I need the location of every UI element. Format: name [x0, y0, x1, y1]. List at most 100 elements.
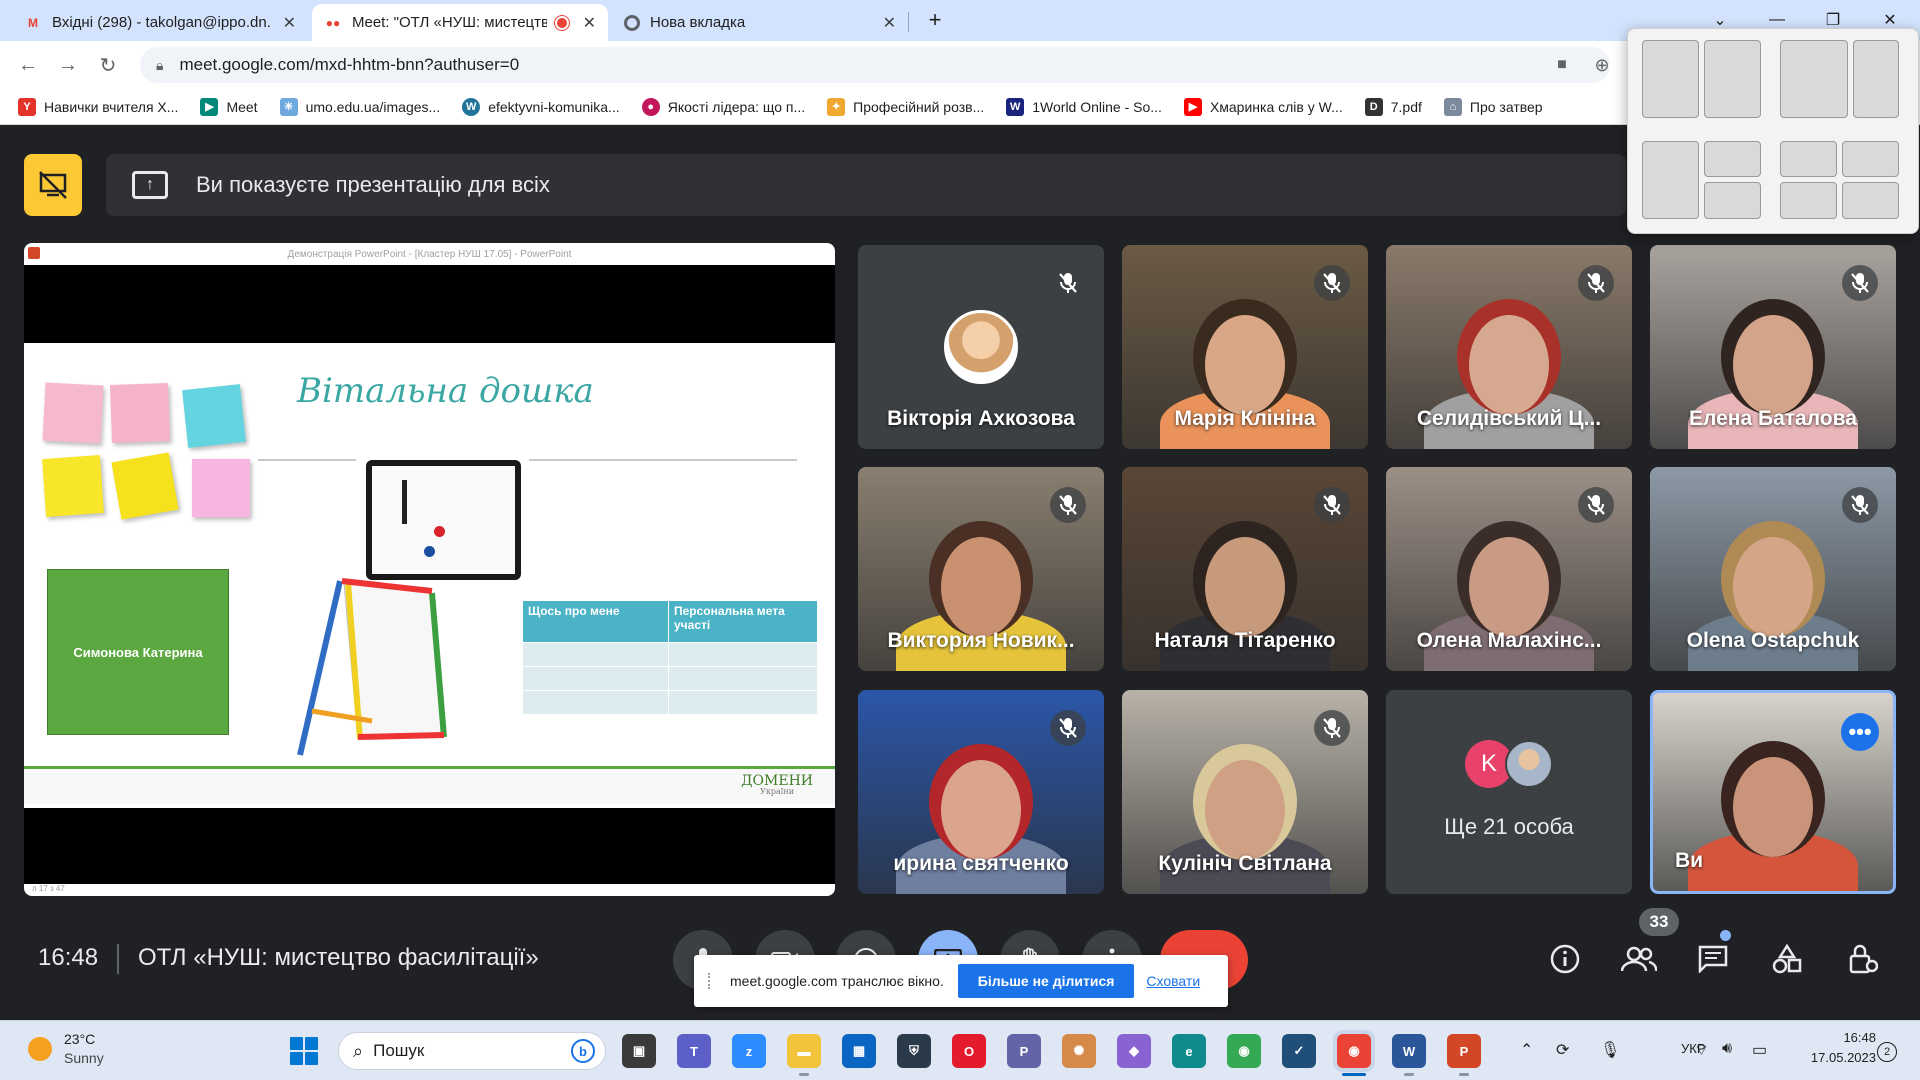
bookmark[interactable]: ✦ Професійний розв...	[827, 97, 984, 116]
back-icon[interactable]: ←	[14, 51, 42, 79]
teams-icon[interactable]: T	[677, 1034, 711, 1068]
stop-presenting-icon[interactable]	[24, 154, 82, 216]
opera-icon[interactable]: O	[952, 1034, 986, 1068]
participant-tile[interactable]: Елена Баталова	[1650, 245, 1896, 449]
participant-tile[interactable]: Olena Ostapchuk	[1650, 467, 1896, 671]
host-controls-icon[interactable]	[1840, 936, 1886, 982]
drag-handle-icon[interactable]	[708, 973, 716, 989]
taskbar-date[interactable]: 17.05.2023	[1794, 1050, 1876, 1065]
security-icon[interactable]: ✓	[1282, 1034, 1316, 1068]
participant-tile[interactable]: Марія Клініна	[1122, 245, 1368, 449]
sun-icon[interactable]	[28, 1037, 52, 1061]
table-row	[522, 642, 818, 667]
new-tab-button[interactable]: +	[915, 6, 955, 34]
sync-icon[interactable]: ⟳	[1556, 1040, 1569, 1060]
participant-name: Olena Ostapchuk	[1686, 629, 1860, 652]
snap-zone[interactable]	[1780, 141, 1837, 177]
people-icon[interactable]	[1616, 936, 1662, 982]
snap-zone[interactable]	[1642, 40, 1699, 118]
bookmark-label: 7.pdf	[1390, 98, 1422, 115]
bookmark[interactable]: W 1World Online - So...	[1006, 97, 1162, 116]
mic-off-icon	[1050, 487, 1086, 523]
snap-zone[interactable]	[1853, 40, 1899, 118]
snap-zone[interactable]	[1704, 40, 1761, 118]
snap-zone[interactable]	[1780, 182, 1837, 219]
presentation-tile[interactable]: Демонстрація PowerPoint - [Кластер НУШ 1…	[24, 243, 835, 896]
participant-tile[interactable]: ирина святченко	[858, 690, 1104, 894]
participant-name: Виктория Новик...	[887, 629, 1075, 652]
snap-zone[interactable]	[1780, 40, 1848, 118]
bookmark[interactable]: ▶ Meet	[200, 97, 258, 116]
bookmark[interactable]: ● Якості лідера: що п...	[641, 97, 805, 116]
tab-new[interactable]: Нова вкладка ✕	[612, 4, 908, 41]
bookmark[interactable]: Y Навички вчителя Х...	[18, 97, 178, 116]
camera-icon[interactable]: ■	[1548, 51, 1576, 79]
weather-desc[interactable]: Sunny	[64, 1050, 104, 1066]
participant-tile[interactable]: Кулініч Світлана	[1122, 690, 1368, 894]
y-icon: Y	[18, 97, 36, 116]
tab-meet[interactable]: ●● Meet: "ОТЛ «НУШ: мистецтв ✕	[312, 4, 608, 41]
volume-icon[interactable]: 🔊︎	[1722, 1040, 1732, 1058]
store-icon[interactable]: ▦	[842, 1034, 876, 1068]
weather-temp[interactable]: 23°C	[64, 1031, 95, 1047]
bing-icon: b	[571, 1039, 595, 1063]
chrome-icon[interactable]: ◉	[1227, 1034, 1261, 1068]
snap-zone[interactable]	[1842, 182, 1899, 219]
close-icon[interactable]: ✕	[583, 13, 596, 33]
info-icon[interactable]	[1542, 936, 1588, 982]
powerpoint-icon[interactable]: P	[1447, 1034, 1481, 1068]
pdf-reader-icon[interactable]: P	[1007, 1034, 1041, 1068]
mic-tray-icon[interactable]: 🎙︎	[1600, 1040, 1620, 1060]
bookmark[interactable]: Wefektyvni-komunika...	[462, 97, 620, 116]
participant-name: Вікторія Ахкозова	[887, 407, 1075, 430]
bookmark[interactable]: ▶ Хмаринка слів у W...	[1183, 97, 1343, 116]
tile-options-icon[interactable]: •••	[1841, 713, 1879, 751]
chrome-active-icon[interactable]: ◉	[1337, 1034, 1371, 1068]
participant-tile[interactable]: Селидівський Ц...	[1386, 245, 1632, 449]
taskbar-search[interactable]: ⌕ Пошук b	[338, 1032, 606, 1070]
sharing-notification: meet.google.com транслює вікно. Більше н…	[694, 955, 1228, 1007]
bookmark[interactable]: ✳ umo.edu.ua/images...	[279, 97, 440, 116]
close-icon[interactable]: ✕	[883, 13, 896, 33]
participant-tile[interactable]: Наталя Тітаренко	[1122, 467, 1368, 671]
defender-icon[interactable]: ⛨	[897, 1034, 931, 1068]
hide-link[interactable]: Сховати	[1146, 973, 1200, 989]
tray-overflow-icon[interactable]: ⌃	[1520, 1040, 1533, 1060]
participant-tile[interactable]: Олена Малахінс...	[1386, 467, 1632, 671]
zoom-icon[interactable]: z	[732, 1034, 766, 1068]
word-icon[interactable]: W	[1392, 1034, 1426, 1068]
edge-icon[interactable]: e	[1172, 1034, 1206, 1068]
bookmark[interactable]: D 7.pdf	[1364, 97, 1422, 116]
chat-icon[interactable]	[1690, 936, 1736, 982]
self-tile[interactable]: Ви •••	[1650, 690, 1896, 894]
reload-icon[interactable]: ↻	[94, 51, 122, 79]
participant-tile[interactable]: Вікторія Ахкозова	[858, 245, 1104, 449]
tab-gmail[interactable]: M Вхідні (298) - takolgan@ippo.dn. ✕	[12, 4, 308, 41]
copilot-icon[interactable]: ◆	[1117, 1034, 1151, 1068]
notification-badge[interactable]: 2	[1877, 1042, 1897, 1062]
wifi-icon[interactable]: ⌔	[1694, 1040, 1709, 1060]
snap-zone[interactable]	[1704, 182, 1761, 219]
bookmark-label: Meet	[226, 98, 258, 115]
snap-zone[interactable]	[1642, 141, 1699, 219]
address-bar[interactable]: 🔒︎ meet.google.com/mxd-hhtm-bnn?authuser…	[140, 47, 1610, 83]
snap-zone[interactable]	[1704, 141, 1761, 177]
presenting-banner-text: Ви показуєте презентацію для всіх	[196, 172, 550, 197]
activities-icon[interactable]	[1764, 936, 1810, 982]
snap-zone[interactable]	[1842, 141, 1899, 177]
settings-app-icon[interactable]: ✺	[1062, 1034, 1096, 1068]
stop-sharing-button[interactable]: Більше не ділитися	[957, 964, 1135, 998]
task-view-icon[interactable]: ▣	[622, 1034, 656, 1068]
forward-icon[interactable]: →	[54, 51, 82, 79]
more-participants-tile[interactable]: K Ще 21 особа	[1386, 690, 1632, 894]
participant-name: Елена Баталова	[1689, 407, 1857, 430]
battery-icon[interactable]: ▭	[1752, 1040, 1767, 1060]
windows-start-icon[interactable]	[290, 1037, 318, 1065]
easel-image	[297, 578, 447, 756]
taskbar-time[interactable]: 16:48	[1794, 1030, 1876, 1045]
file-explorer-icon[interactable]: ▬	[787, 1034, 821, 1068]
close-icon[interactable]: ✕	[283, 13, 296, 33]
bookmark[interactable]: ⌂ Про затвер	[1443, 97, 1543, 116]
zoom-icon[interactable]: ⊕	[1588, 51, 1616, 79]
participant-tile[interactable]: Виктория Новик...	[858, 467, 1104, 671]
